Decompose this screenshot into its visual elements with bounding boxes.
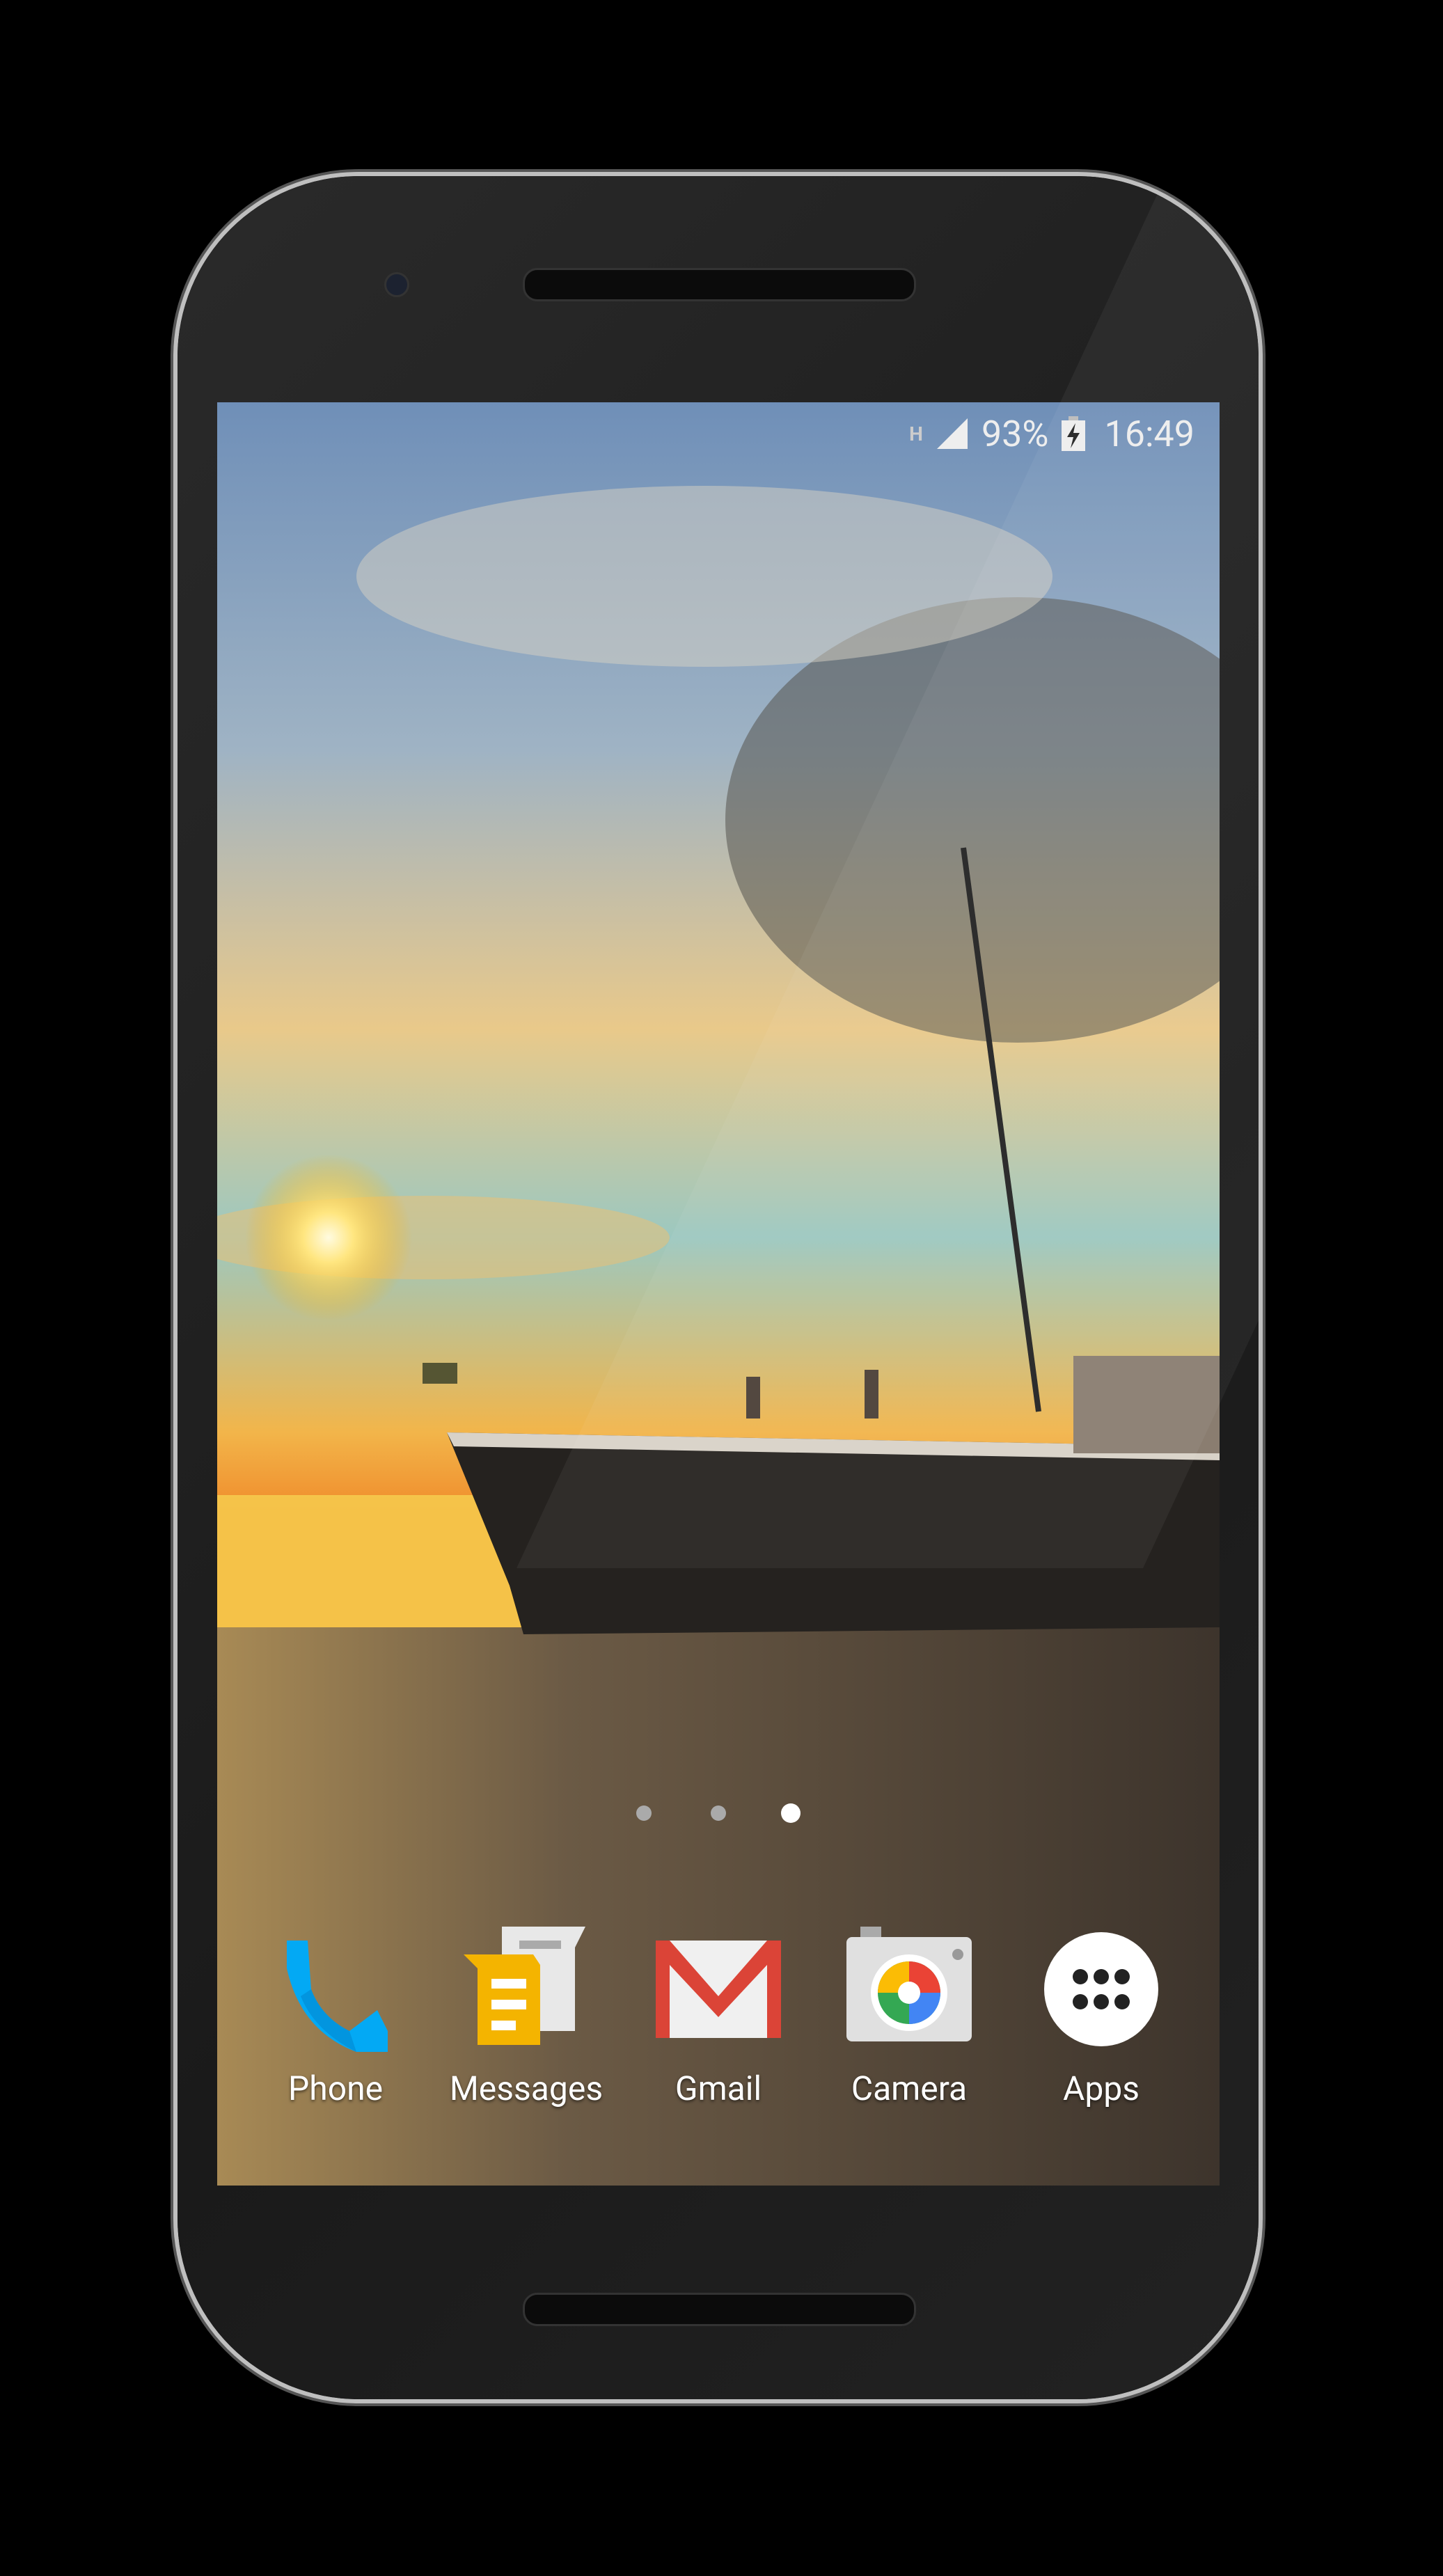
page-dot-3-active[interactable] [781, 1803, 801, 1823]
apps-grid-icon [1039, 1927, 1164, 2052]
home-screen: H 93% 16:49 Phone Messages Gmail Camera [217, 402, 1220, 2186]
gmail-icon [656, 1927, 781, 2052]
dock-label: Messages [449, 2069, 604, 2108]
dock-gmail[interactable]: Gmail [628, 1927, 809, 2108]
bottom-speaker [523, 2293, 916, 2326]
dock-apps[interactable]: Apps [1011, 1927, 1192, 2108]
phone-icon [273, 1927, 398, 2052]
dock-camera[interactable]: Camera [819, 1927, 1000, 2108]
dock-phone[interactable]: Phone [245, 1927, 426, 2108]
clock: 16:49 [1104, 412, 1195, 455]
status-bar: H 93% 16:49 [909, 409, 1194, 458]
battery-charging-icon [1061, 416, 1085, 451]
dock-label: Gmail [675, 2069, 762, 2108]
dock-label: Camera [851, 2069, 968, 2108]
dock-label: Apps [1063, 2069, 1140, 2108]
signal-icon [936, 418, 968, 449]
page-indicator [217, 1803, 1220, 1826]
messages-icon [464, 1927, 589, 2052]
front-camera [384, 272, 409, 297]
dock-messages[interactable]: Messages [436, 1927, 617, 2108]
page-dot-2[interactable] [711, 1805, 726, 1821]
wallpaper-titanic-sunset [217, 402, 1220, 2186]
battery-percent: 93% [981, 412, 1049, 455]
page-dot-1[interactable] [636, 1805, 652, 1821]
top-speaker [523, 268, 916, 301]
dock-label: Phone [287, 2069, 384, 2108]
camera-icon [846, 1927, 972, 2052]
network-type-icon: H [909, 422, 923, 445]
